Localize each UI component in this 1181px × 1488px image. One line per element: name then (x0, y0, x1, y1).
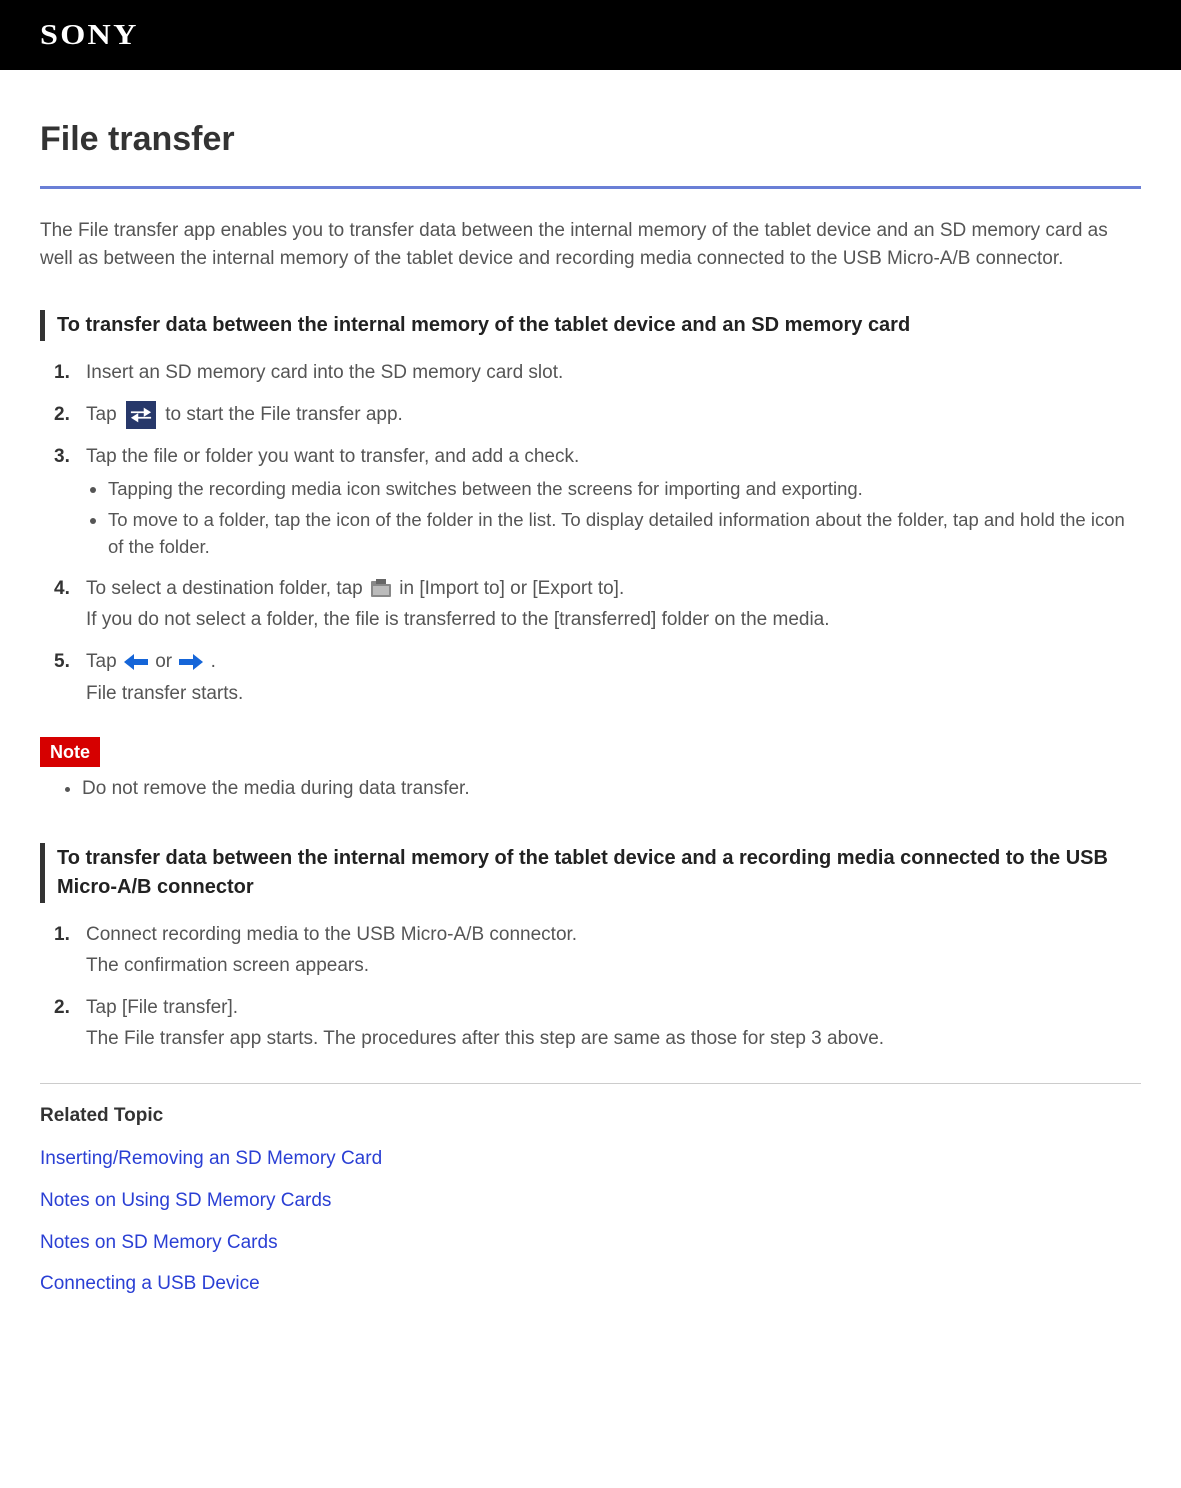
section-heading-usb: To transfer data between the internal me… (40, 843, 1141, 903)
title-separator (40, 186, 1141, 189)
step-text-part-b: in [Import to] or [Export to]. (399, 578, 624, 599)
step-subtext: If you do not select a folder, the file … (86, 606, 1141, 634)
step-subtext: The confirmation screen appears. (86, 952, 1141, 980)
related-topic-heading: Related Topic (40, 1102, 1141, 1130)
intro-paragraph: The File transfer app enables you to tra… (40, 217, 1141, 272)
note-label: Note (40, 737, 100, 767)
related-link-usb-connect[interactable]: Connecting a USB Device (40, 1270, 1141, 1298)
step-3-bullets: Tapping the recording media icon switche… (86, 476, 1141, 560)
step-text-part-b: . (211, 651, 216, 672)
step-text-part-a: Tap (86, 651, 122, 672)
bullet-item: Tapping the recording media icon switche… (108, 476, 1141, 503)
step-1: Connect recording media to the USB Micro… (80, 921, 1141, 980)
transfer-app-icon (126, 401, 156, 429)
related-link-sd-notes-using[interactable]: Notes on Using SD Memory Cards (40, 1187, 1141, 1215)
related-link-sd-notes[interactable]: Notes on SD Memory Cards (40, 1229, 1141, 1257)
step-4: To select a destination folder, tap in [… (80, 575, 1141, 634)
step-3: Tap the file or folder you want to trans… (80, 443, 1141, 561)
page-content: File transfer The File transfer app enab… (0, 70, 1181, 1342)
step-text: Tap [File transfer]. (86, 997, 238, 1018)
header-bar: SONY (0, 0, 1181, 70)
step-2: Tap to start the File transfer app. (80, 401, 1141, 429)
step-2: Tap [File transfer]. The File transfer a… (80, 994, 1141, 1053)
related-link-sd-insert[interactable]: Inserting/Removing an SD Memory Card (40, 1145, 1141, 1173)
arrow-left-icon (124, 653, 148, 671)
arrow-right-icon (179, 653, 203, 671)
step-subtext: The File transfer app starts. The proced… (86, 1025, 1141, 1053)
brand-logo: SONY (40, 16, 139, 57)
note-item: Do not remove the media during data tran… (82, 775, 1141, 803)
step-text-part-a: To select a destination folder, tap (86, 578, 368, 599)
folder-icon (370, 579, 392, 599)
step-subtext: File transfer starts. (86, 680, 1141, 708)
step-text-part-a: Tap (86, 404, 122, 425)
page-title: File transfer (40, 115, 1141, 164)
steps-sd: Insert an SD memory card into the SD mem… (40, 359, 1141, 707)
step-text: Tap the file or folder you want to trans… (86, 446, 579, 467)
section-heading-sd: To transfer data between the internal me… (40, 310, 1141, 341)
step-text-part-b: to start the File transfer app. (165, 404, 403, 425)
bullet-item: To move to a folder, tap the icon of the… (108, 507, 1141, 561)
note-list: Do not remove the media during data tran… (40, 775, 1141, 803)
steps-usb: Connect recording media to the USB Micro… (40, 921, 1141, 1053)
step-5: Tap or . File transfer starts. (80, 648, 1141, 707)
note-block: Note Do not remove the media during data… (40, 737, 1141, 803)
section-separator (40, 1083, 1141, 1084)
step-text: Insert an SD memory card into the SD mem… (86, 362, 563, 383)
step-1: Insert an SD memory card into the SD mem… (80, 359, 1141, 387)
step-text-or: or (155, 651, 177, 672)
step-text: Connect recording media to the USB Micro… (86, 924, 577, 945)
